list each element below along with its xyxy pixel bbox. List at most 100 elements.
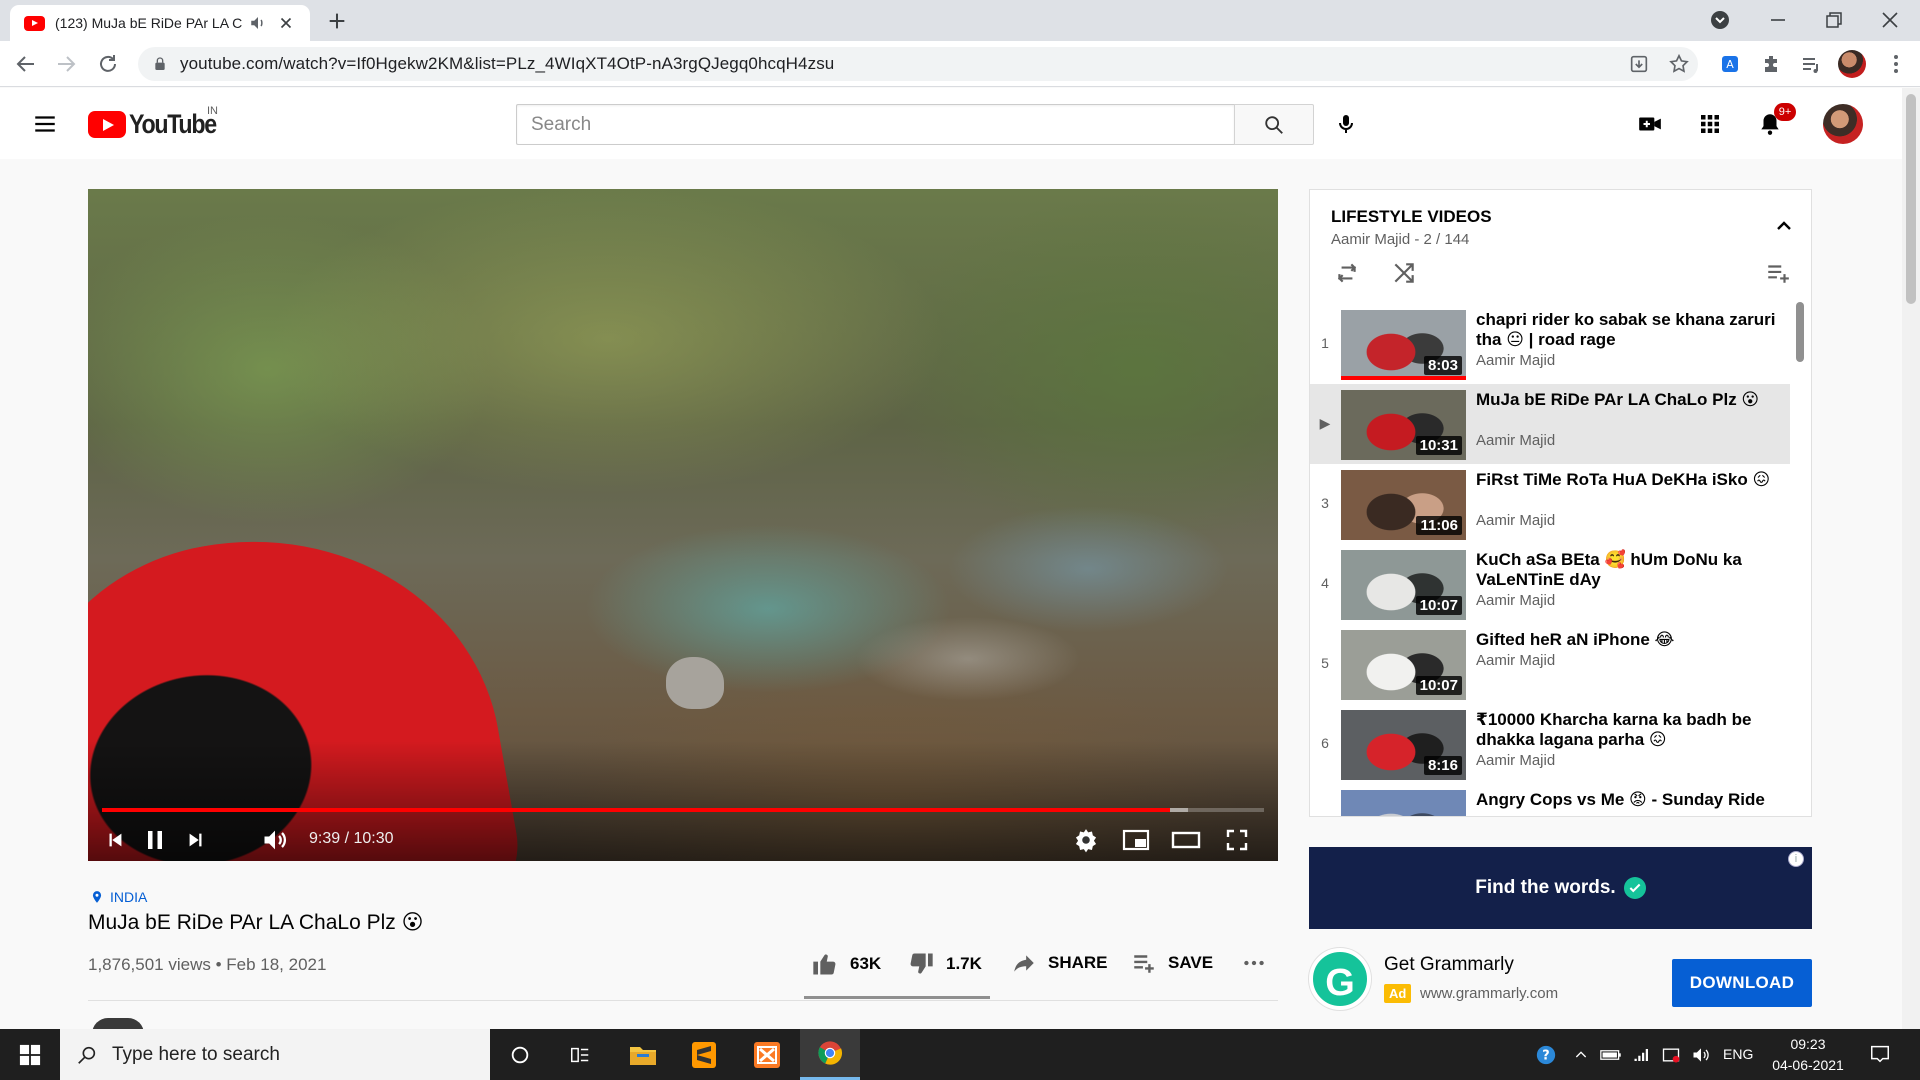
playlist-item-thumbnail[interactable]: 10:07 xyxy=(1341,550,1466,620)
back-icon[interactable] xyxy=(14,52,38,76)
playlist-item-channel[interactable]: Aamir Majid xyxy=(1476,592,1555,609)
voice-search-button[interactable] xyxy=(1330,108,1362,140)
playlist-item[interactable]: 6 8:16 ₹10000 Kharcha karna ka badh be dha… xyxy=(1310,704,1790,784)
ad-download-button[interactable]: DOWNLOAD xyxy=(1672,959,1812,1007)
action-center-icon[interactable] xyxy=(1868,1043,1892,1065)
save-button[interactable]: SAVE xyxy=(1130,950,1213,976)
video-player[interactable]: 9:39 / 10:30 xyxy=(88,189,1278,861)
forward-icon[interactable] xyxy=(54,52,78,76)
chrome-profile-avatar[interactable] xyxy=(1838,50,1866,78)
playlist-item-title[interactable]: Gifted heR aN iPhone 😂 xyxy=(1476,630,1776,650)
playlist-item-thumbnail[interactable]: 10:07 xyxy=(1341,630,1466,700)
show-hidden-icons-chevron-icon[interactable] xyxy=(1570,1044,1592,1066)
system-clock[interactable]: 09:23 04-06-2021 xyxy=(1766,1034,1850,1076)
chrome-app[interactable] xyxy=(800,1029,860,1080)
reload-icon[interactable] xyxy=(96,52,120,76)
like-button[interactable]: 63K xyxy=(810,950,881,978)
extensions-puzzle-icon[interactable] xyxy=(1759,52,1783,76)
playlist-item[interactable]: 5 10:07 Gifted heR aN iPhone 😂 Aamir Majid xyxy=(1310,624,1790,704)
playlist-item-title[interactable]: MuJa bE RiDe PAr LA ChaLo Plz 😮 xyxy=(1476,390,1776,410)
install-app-icon[interactable] xyxy=(1628,53,1650,75)
playlist-item[interactable]: 4 10:07 KuCh aSa BEta 🥰 hUm DoNu ka VaLeNT… xyxy=(1310,544,1790,624)
playlist-scrollbar[interactable] xyxy=(1796,302,1804,362)
page-scrollbar-thumb[interactable] xyxy=(1906,94,1916,304)
pause-button[interactable] xyxy=(138,823,172,857)
volume-tray-icon[interactable] xyxy=(1690,1044,1712,1066)
save-playlist-icon[interactable] xyxy=(1763,260,1793,286)
browser-tab-active[interactable]: (123) MuJa bE RiDe PAr LA C xyxy=(10,5,310,41)
page-scrollbar[interactable] xyxy=(1902,88,1920,1029)
address-bar[interactable]: youtube.com/watch?v=If0Hgekw2KM&list=PLz… xyxy=(138,47,1698,81)
lock-icon[interactable] xyxy=(152,56,168,72)
file-explorer-app[interactable] xyxy=(613,1029,673,1080)
playlist-item-channel[interactable]: Aamir Majid xyxy=(1476,512,1555,529)
playlist-item-title[interactable]: chapri rider ko sabak se khana zaruri th… xyxy=(1476,310,1776,350)
playlist-item-channel[interactable]: Aamir Majid xyxy=(1476,432,1555,449)
tab-search-icon[interactable] xyxy=(1708,8,1732,32)
playlist-item[interactable]: ▶ 10:31 MuJa bE RiDe PAr LA ChaLo Plz 😮 Aam… xyxy=(1310,384,1790,464)
bookmark-star-icon[interactable] xyxy=(1668,53,1690,75)
new-tab-icon[interactable] xyxy=(326,10,348,32)
playlist-item[interactable]: 1 8:03 chapri rider ko sabak se khana zaru… xyxy=(1310,304,1790,384)
playlist-item-channel[interactable]: Aamir Majid xyxy=(1476,352,1555,369)
share-button[interactable]: SHARE xyxy=(1010,950,1108,976)
mute-button[interactable] xyxy=(258,823,292,857)
miniplayer-button[interactable] xyxy=(1119,823,1153,857)
playlist-title[interactable]: LIFESTYLE VIDEOS xyxy=(1331,207,1492,227)
playlist-item-thumbnail[interactable]: 11:06 xyxy=(1341,470,1466,540)
search-button[interactable] xyxy=(1234,104,1314,145)
ad-banner[interactable]: Find the words. i xyxy=(1309,847,1812,929)
playlist-item[interactable]: 7Angry Cops vs Me 😡 - Sunday RideAamir M… xyxy=(1310,784,1790,816)
ad-title[interactable]: Get Grammarly xyxy=(1384,954,1514,976)
chrome-menu-icon[interactable] xyxy=(1884,52,1908,76)
cortana-button[interactable] xyxy=(490,1029,550,1080)
sublime-text-app[interactable] xyxy=(674,1029,734,1080)
loop-icon[interactable] xyxy=(1334,260,1360,286)
playlist-item-title[interactable]: ₹10000 Kharcha karna ka badh be dhakka l… xyxy=(1476,710,1776,750)
speaker-icon[interactable] xyxy=(249,14,267,32)
battery-icon[interactable] xyxy=(1600,1044,1622,1066)
grammarly-logo[interactable]: G xyxy=(1309,948,1371,1010)
playlist-item-title[interactable]: Angry Cops vs Me 😡 - Sunday Ride xyxy=(1476,790,1776,810)
help-icon[interactable]: ? xyxy=(1535,1044,1557,1066)
create-video-button[interactable] xyxy=(1635,109,1665,139)
dislike-button[interactable]: 1.7K xyxy=(906,950,982,978)
ad-info-icon[interactable]: i xyxy=(1788,851,1804,867)
playlist-item[interactable]: 3 11:06 FiRst TiMe RoTa HuA DeKHa iSko 😖 Aa… xyxy=(1310,464,1790,544)
taskbar-search-box[interactable]: Type here to search xyxy=(60,1029,490,1080)
playlist-item-thumbnail[interactable]: 8:03 xyxy=(1341,310,1466,380)
settings-button[interactable] xyxy=(1069,823,1103,857)
input-language[interactable]: ENG xyxy=(1723,1046,1753,1062)
start-button[interactable] xyxy=(0,1029,60,1080)
playlist-item-thumbnail[interactable]: 8:16 xyxy=(1341,710,1466,780)
media-queue-icon[interactable] xyxy=(1799,52,1823,76)
close-window-icon[interactable] xyxy=(1878,8,1902,32)
restore-icon[interactable] xyxy=(1822,8,1846,32)
shuffle-icon[interactable] xyxy=(1391,260,1417,286)
apps-button[interactable] xyxy=(1695,109,1725,139)
hamburger-menu-icon[interactable] xyxy=(32,111,58,137)
playlist-item-title[interactable]: KuCh aSa BEta 🥰 hUm DoNu ka VaLeNTinE dA… xyxy=(1476,550,1776,590)
location-link[interactable]: INDIA xyxy=(90,889,147,905)
fullscreen-button[interactable] xyxy=(1220,823,1254,857)
close-tab-icon[interactable] xyxy=(277,14,295,32)
seek-bar[interactable] xyxy=(102,808,1264,812)
search-input[interactable] xyxy=(517,105,1234,144)
playlist-item-thumbnail[interactable] xyxy=(1341,790,1466,816)
collapse-chevron-icon[interactable] xyxy=(1772,214,1796,238)
playlist-item-channel[interactable]: Aamir Majid xyxy=(1476,652,1555,669)
playlist-item-channel[interactable]: Aamir Majid xyxy=(1476,752,1555,769)
wifi-icon[interactable] xyxy=(1631,1044,1653,1066)
task-view-button[interactable] xyxy=(550,1029,610,1080)
security-icon[interactable] xyxy=(1660,1044,1682,1066)
xampp-app[interactable] xyxy=(737,1029,797,1080)
minimize-icon[interactable] xyxy=(1766,8,1790,32)
account-avatar[interactable] xyxy=(1823,104,1863,144)
playlist-item-title[interactable]: FiRst TiMe RoTa HuA DeKHa iSko 😖 xyxy=(1476,470,1776,490)
more-actions-button[interactable] xyxy=(1240,950,1268,976)
previous-button[interactable] xyxy=(98,823,132,857)
next-button[interactable] xyxy=(179,823,213,857)
theater-mode-button[interactable] xyxy=(1169,823,1203,857)
translate-extension-icon[interactable]: A xyxy=(1718,52,1742,76)
playlist-item-thumbnail[interactable]: 10:31 xyxy=(1341,390,1466,460)
